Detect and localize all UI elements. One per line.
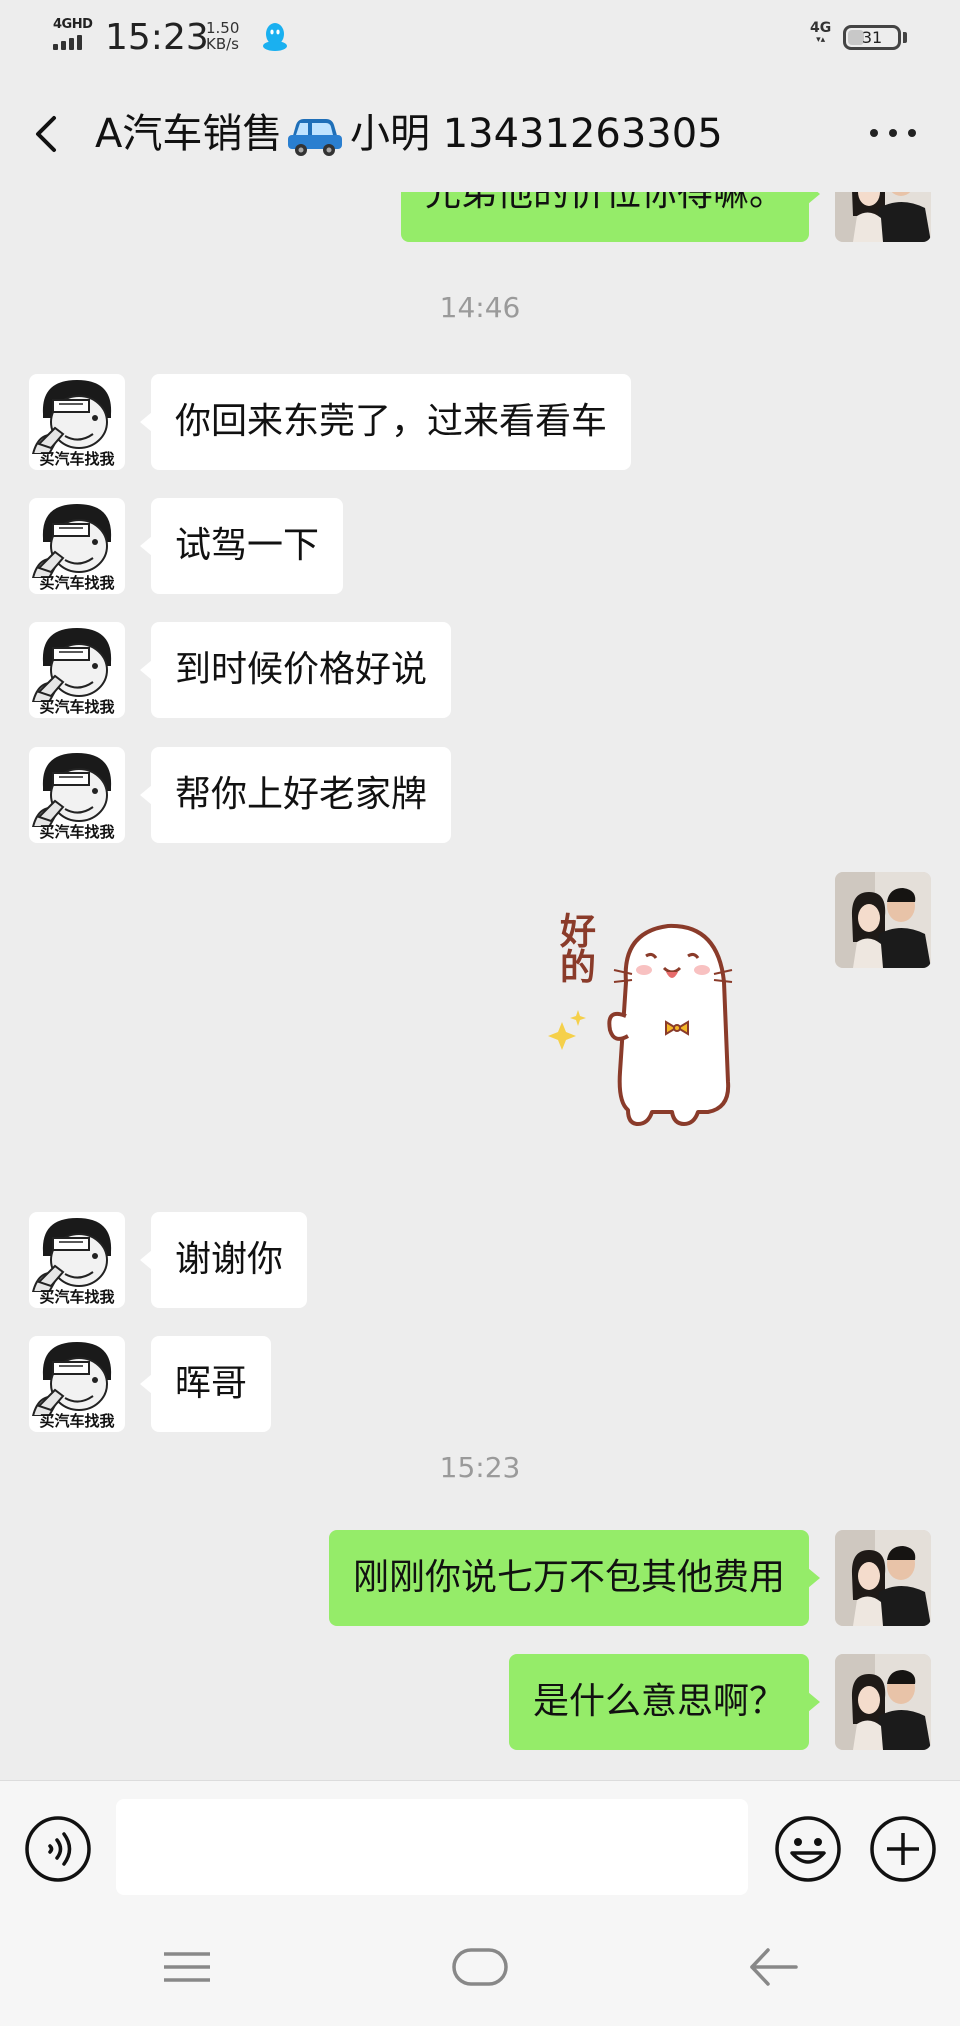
battery-level: 31 [861, 28, 883, 47]
chat-header: A汽车销售 小明 13431263305 [0, 72, 960, 192]
chat-title-prefix: A汽车销售 [95, 111, 283, 157]
more-dots-icon[interactable] [868, 126, 918, 140]
input-bar [0, 1780, 960, 1900]
message-bubble-outgoing[interactable]: 兄弟他的价位你得嘛。 [400, 192, 821, 242]
status-time: 15:23 [105, 17, 209, 58]
data-arrows-icon: ▾▴ [816, 35, 826, 45]
contact-avatar[interactable]: 买汽车找我 [29, 498, 125, 594]
emoji-icon[interactable] [774, 1815, 842, 1883]
seal-sticker[interactable]: 好的 [548, 912, 770, 1142]
back-arrow-icon[interactable] [748, 1946, 798, 1988]
meme-face-icon [31, 1218, 112, 1293]
network-speed: 1.50 KB/s [206, 20, 239, 52]
avatar-caption: 买汽车找我 [39, 698, 115, 716]
system-navigation-bar [0, 1900, 960, 2026]
message-list[interactable]: 兄弟他的价位你得嘛。 14:46 买汽车找我 你回来东莞了，过来看看车 买汽车找… [0, 192, 960, 1780]
message-bubble-incoming[interactable]: 谢谢你 [139, 1212, 308, 1308]
plus-icon[interactable] [869, 1815, 937, 1883]
self-avatar[interactable] [835, 872, 931, 968]
avatar-caption: 买汽车找我 [39, 1288, 115, 1306]
voice-icon[interactable] [24, 1815, 92, 1883]
qq-icon [263, 23, 287, 51]
avatar-caption: 买汽车找我 [39, 574, 115, 592]
sticker-text: 好的 [554, 912, 595, 984]
signal-icon [53, 34, 93, 50]
mobile-data-label: 4G [810, 20, 832, 36]
home-icon[interactable] [452, 1948, 508, 1986]
avatar-caption: 买汽车找我 [39, 450, 115, 468]
couple-photo-icon [835, 872, 931, 968]
meme-face-icon [31, 380, 112, 455]
mobile-data-indicator: 4G ▾▴ [810, 21, 831, 45]
meme-face-icon [31, 504, 112, 579]
contact-avatar[interactable]: 买汽车找我 [29, 747, 125, 843]
self-avatar[interactable] [835, 1530, 931, 1626]
couple-photo-icon [835, 1654, 931, 1750]
message-bubble-incoming[interactable]: 你回来东莞了，过来看看车 [139, 374, 632, 470]
contact-avatar[interactable]: 买汽车找我 [29, 374, 125, 470]
contact-avatar[interactable]: 买汽车找我 [29, 1336, 125, 1432]
battery-cap [903, 32, 907, 43]
meme-face-icon [31, 628, 112, 703]
chat-title-contact: 小明 13431263305 [350, 111, 723, 157]
avatar-caption: 买汽车找我 [39, 1412, 115, 1430]
avatar-caption: 买汽车找我 [39, 823, 115, 841]
message-input[interactable] [116, 1799, 748, 1895]
network-label: 4GHD [53, 17, 93, 32]
message-bubble-incoming[interactable]: 帮你上好老家牌 [139, 747, 452, 843]
meme-face-icon [31, 753, 112, 828]
timestamp: 15:23 [439, 1451, 521, 1484]
speed-value: 1.50 [206, 19, 240, 37]
message-bubble-incoming[interactable]: 试驾一下 [139, 498, 344, 594]
message-bubble-incoming[interactable]: 晖哥 [139, 1336, 272, 1432]
message-bubble-outgoing[interactable]: 刚刚你说七万不包其他费用 [328, 1530, 821, 1626]
message-bubble-incoming[interactable]: 到时候价格好说 [139, 622, 452, 718]
chevron-left-icon[interactable] [30, 106, 66, 162]
status-bar: 4GHD 15:23 1.50 KB/s 4G ▾▴ 31 [0, 0, 960, 72]
timestamp: 14:46 [439, 291, 521, 324]
self-avatar[interactable] [835, 192, 931, 242]
car-emoji-icon [288, 119, 342, 156]
self-avatar[interactable] [835, 1654, 931, 1750]
speed-unit: KB/s [206, 35, 239, 53]
menu-icon[interactable] [162, 1950, 212, 1984]
couple-photo-icon [835, 1530, 931, 1626]
contact-avatar[interactable]: 买汽车找我 [29, 622, 125, 718]
battery-icon: 31 [843, 25, 901, 50]
message-bubble-outgoing[interactable]: 是什么意思啊？ [508, 1654, 821, 1750]
couple-photo-icon [835, 192, 931, 242]
meme-face-icon [31, 1342, 112, 1417]
contact-avatar[interactable]: 买汽车找我 [29, 1212, 125, 1308]
